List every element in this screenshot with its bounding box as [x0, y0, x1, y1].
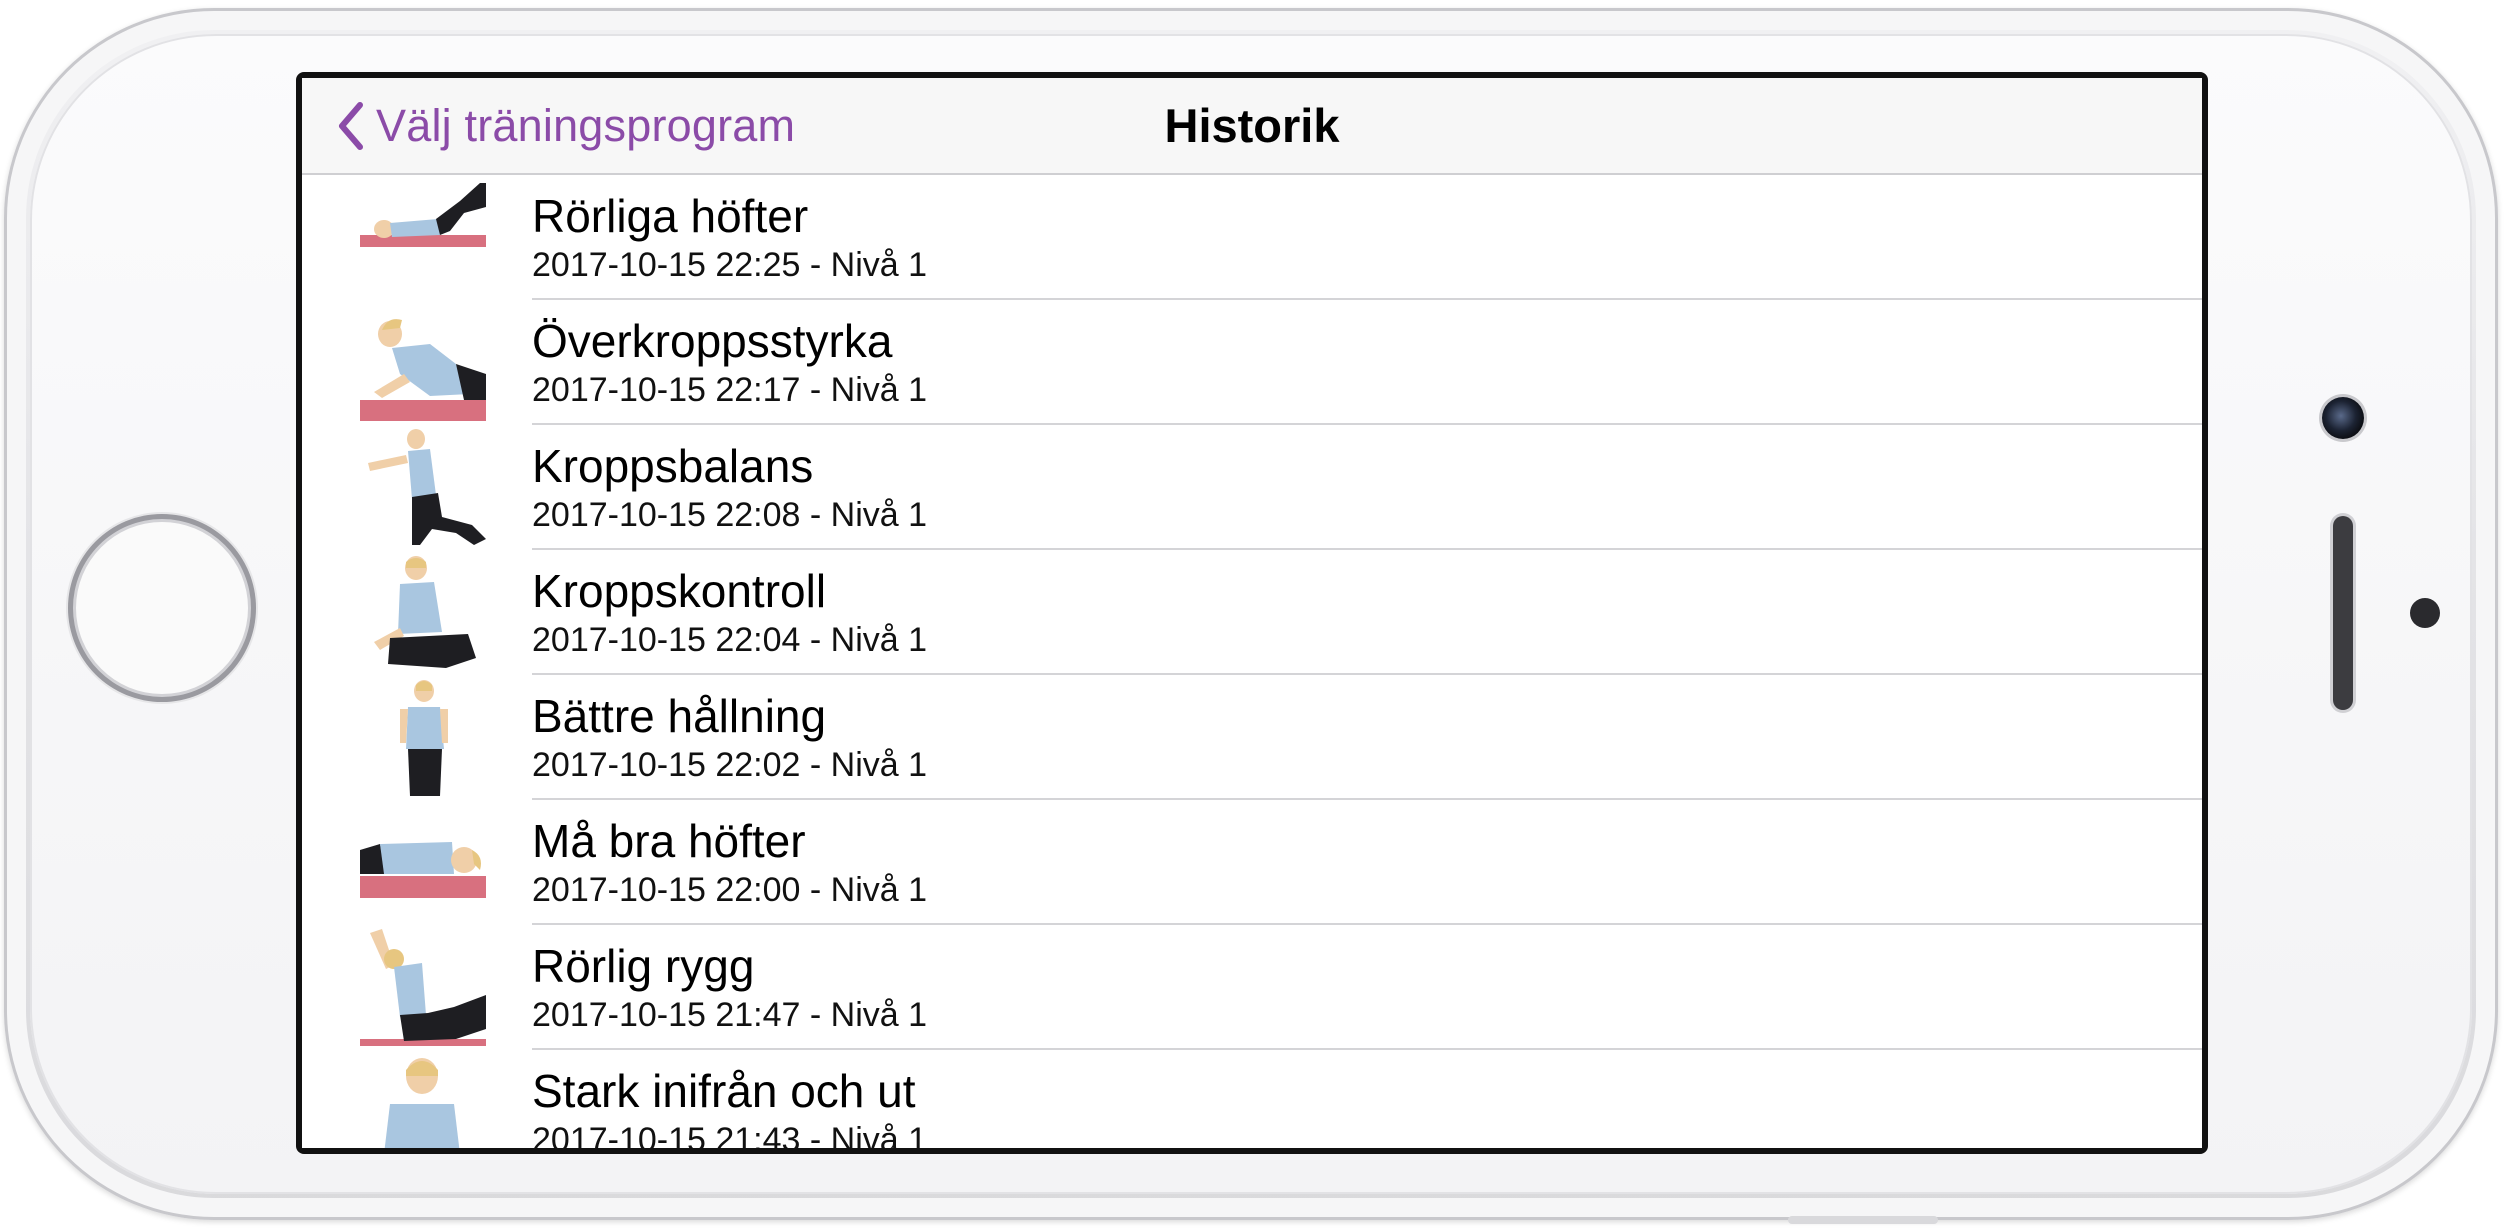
item-subtitle: 2017-10-15 22:25 - Nivå 1	[532, 246, 928, 284]
back-button[interactable]: Välj träningsprogram	[336, 78, 795, 173]
item-subtitle: 2017-10-15 21:43 - Nivå 1	[532, 1121, 928, 1148]
standing-pose-icon	[400, 680, 448, 796]
list-item[interactable]: Rörlig rygg 2017-10-15 21:47 - Nivå 1	[302, 925, 2202, 1050]
earpiece-speaker	[2333, 516, 2353, 710]
item-title: Bättre hållning	[532, 690, 827, 742]
exercise-thumbnail	[360, 304, 486, 421]
item-title: Rörlig rygg	[532, 940, 755, 992]
exercise-thumbnail	[360, 179, 486, 296]
screen: Välj träningsprogram Historik Rörliga hö…	[296, 72, 2208, 1154]
side-plank-pose-icon	[360, 319, 486, 421]
front-camera-icon	[2322, 397, 2364, 439]
list-item[interactable]: Rörliga höfter 2017-10-15 22:25 - Nivå 1	[302, 175, 2202, 300]
lunge-reach-pose-icon	[368, 429, 486, 545]
exercise-thumbnail	[360, 554, 486, 671]
list-item[interactable]: Må bra höfter 2017-10-15 22:00 - Nivå 1	[302, 800, 2202, 925]
exercise-thumbnail	[360, 429, 486, 546]
chevron-left-icon	[339, 101, 363, 150]
portrait-pose-icon	[384, 1058, 460, 1148]
item-subtitle: 2017-10-15 22:04 - Nivå 1	[532, 621, 928, 659]
exercise-thumbnail	[360, 1054, 486, 1148]
app-display: Välj träningsprogram Historik Rörliga hö…	[302, 78, 2202, 1148]
item-title: Överkroppsstyrka	[532, 315, 893, 367]
item-subtitle: 2017-10-15 22:17 - Nivå 1	[532, 371, 928, 409]
item-title: Må bra höfter	[532, 815, 806, 867]
list-item[interactable]: Kroppskontroll 2017-10-15 22:04 - Nivå 1	[302, 550, 2202, 675]
proximity-sensor	[2410, 598, 2440, 628]
bridge-pose-icon	[360, 183, 486, 247]
lying-pose-icon	[360, 842, 486, 898]
list-item[interactable]: Kroppsbalans 2017-10-15 22:08 - Nivå 1	[302, 425, 2202, 550]
seated-pose-icon	[374, 556, 476, 668]
home-button[interactable]	[68, 514, 256, 702]
back-button-label: Välj träningsprogram	[376, 99, 796, 151]
item-subtitle: 2017-10-15 22:08 - Nivå 1	[532, 496, 928, 534]
list-item[interactable]: Överkroppsstyrka 2017-10-15 22:17 - Nivå…	[302, 300, 2202, 425]
exercise-thumbnail	[360, 929, 486, 1046]
list-item[interactable]: Stark inifrån och ut 2017-10-15 21:43 - …	[302, 1050, 2202, 1148]
side-button	[1788, 1216, 1938, 1224]
item-subtitle: 2017-10-15 22:00 - Nivå 1	[532, 871, 928, 909]
item-title: Kroppskontroll	[532, 565, 827, 617]
item-subtitle: 2017-10-15 22:02 - Nivå 1	[532, 746, 928, 784]
exercise-thumbnail	[360, 679, 486, 796]
navigation-bar: Välj träningsprogram Historik	[302, 78, 2202, 175]
kneeling-stretch-pose-icon	[360, 929, 486, 1046]
history-list: Rörliga höfter 2017-10-15 22:25 - Nivå 1	[302, 175, 2202, 1148]
item-subtitle: 2017-10-15 21:47 - Nivå 1	[532, 996, 928, 1034]
item-title: Rörliga höfter	[532, 190, 809, 242]
item-title: Stark inifrån och ut	[532, 1065, 916, 1117]
item-title: Kroppsbalans	[532, 440, 814, 492]
exercise-thumbnail	[360, 804, 486, 921]
list-item[interactable]: Bättre hållning 2017-10-15 22:02 - Nivå …	[302, 675, 2202, 800]
